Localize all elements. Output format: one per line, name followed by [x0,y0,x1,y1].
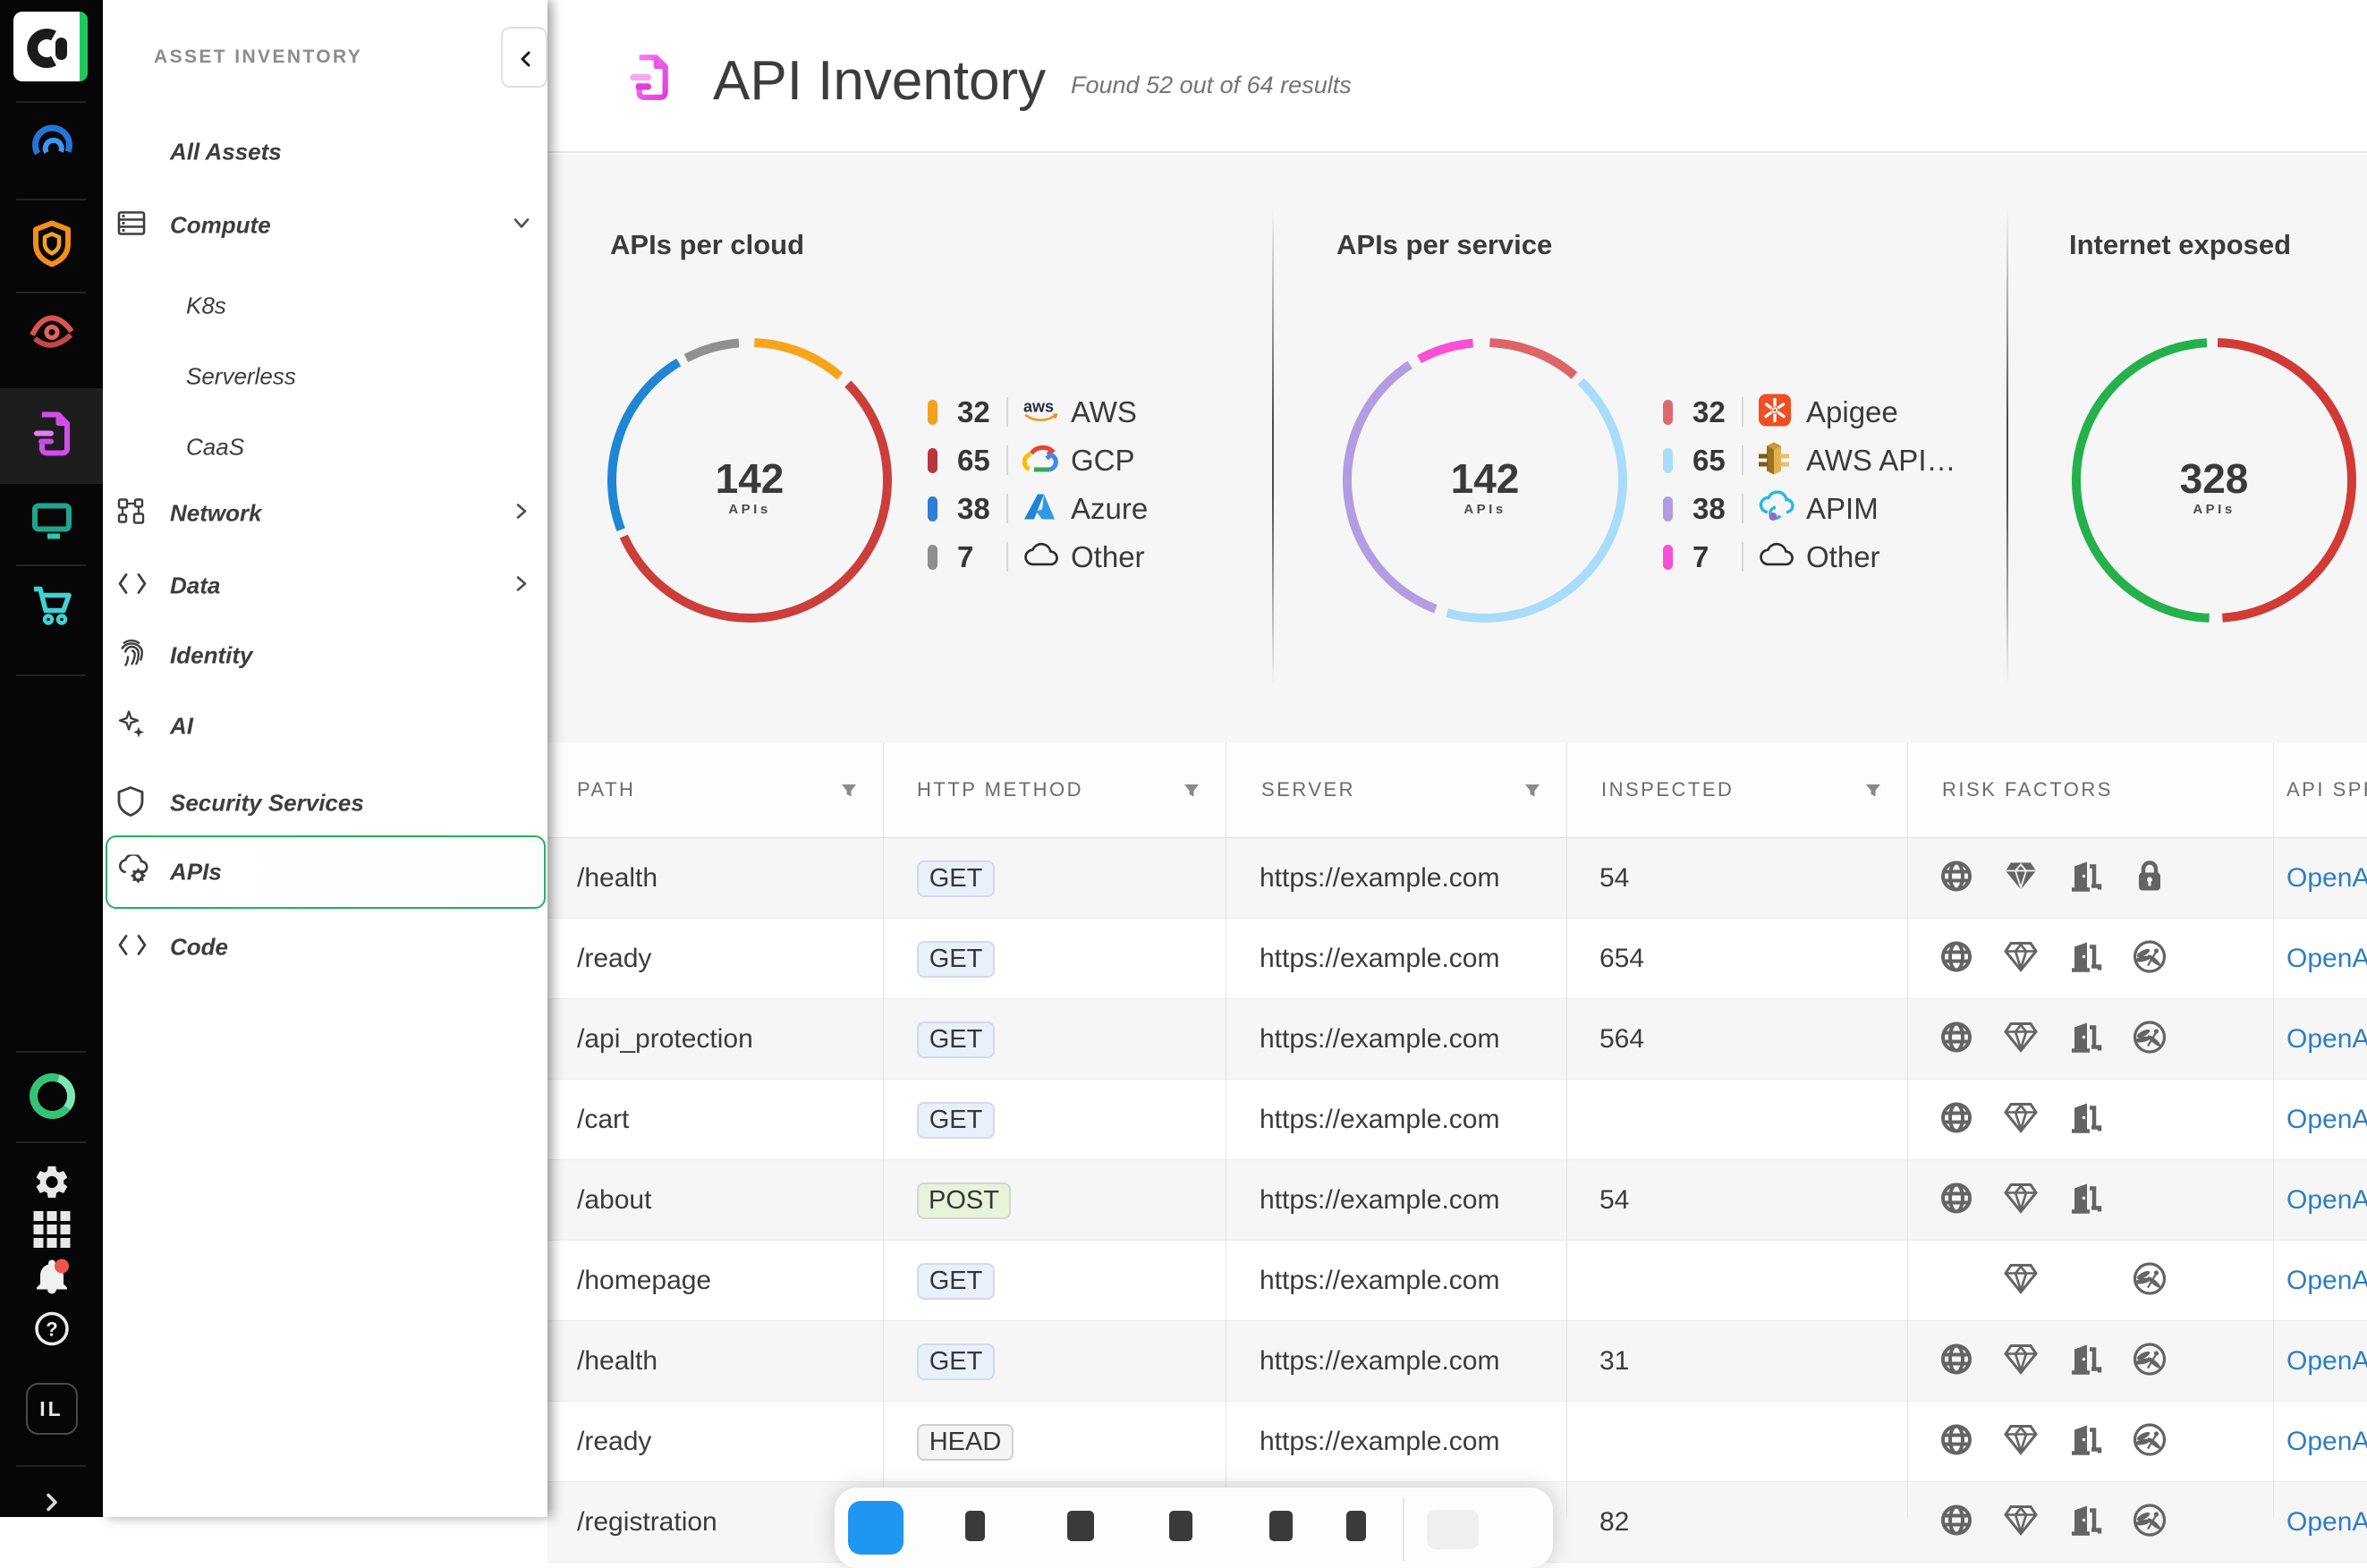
svg-text:aws: aws [1023,398,1054,416]
svg-text:?: ? [46,1318,57,1341]
